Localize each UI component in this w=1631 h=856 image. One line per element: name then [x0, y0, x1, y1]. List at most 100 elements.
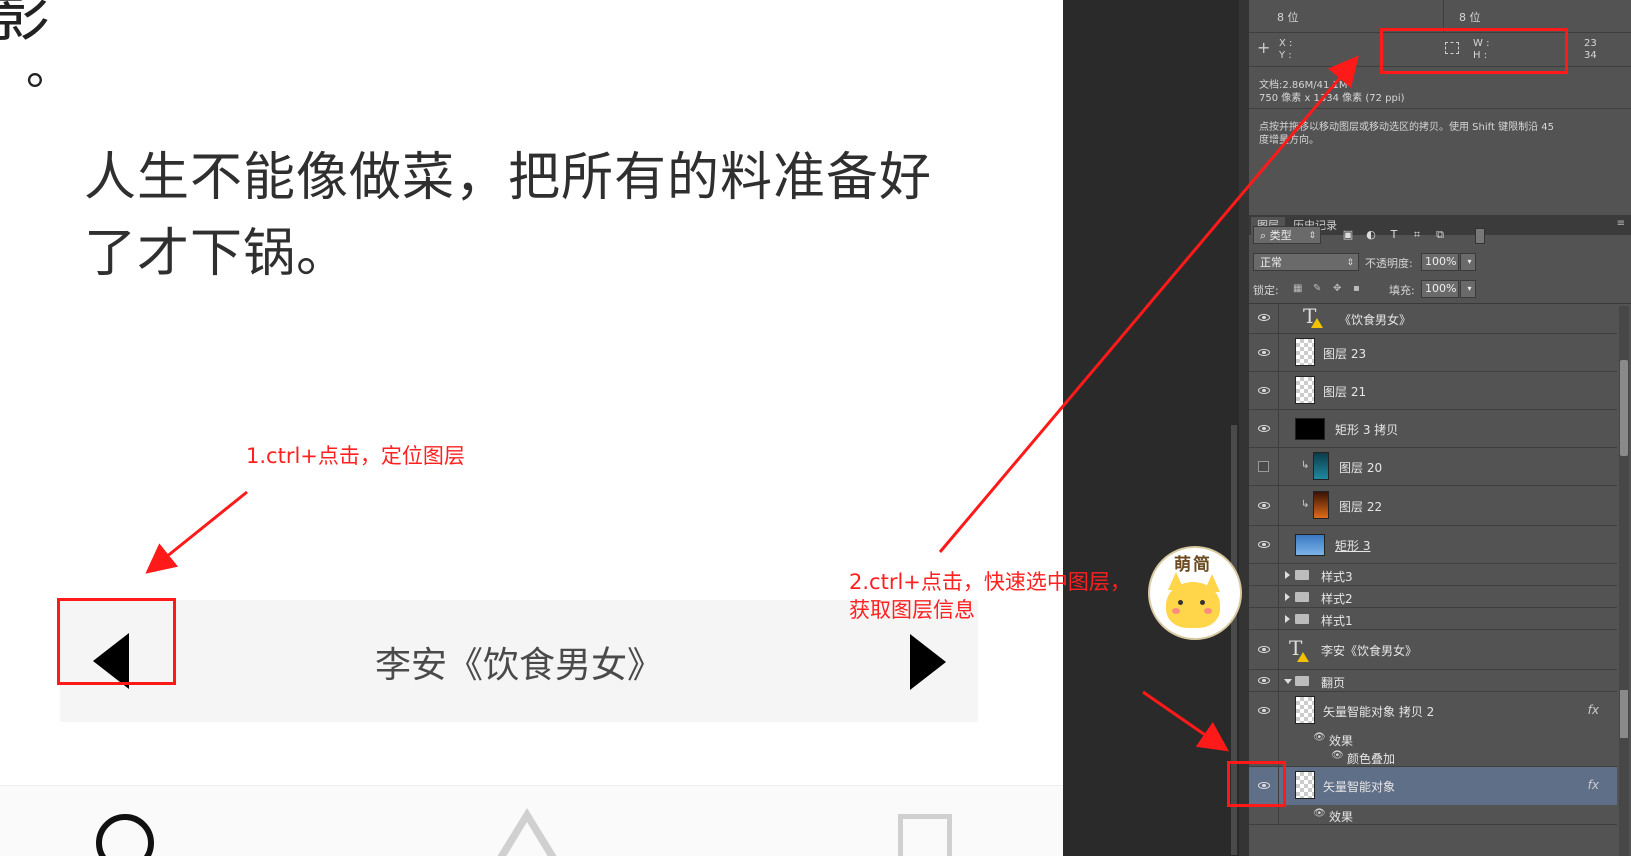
- clip-arrow-icon: ↳: [1301, 460, 1310, 471]
- layer-row[interactable]: T 李安《饮食男女》: [1249, 630, 1617, 670]
- layer-row[interactable]: 矩形 3 拷贝: [1249, 410, 1617, 448]
- layer-row[interactable]: ↳ 图层 20: [1249, 448, 1617, 486]
- effect-item-row[interactable]: 👁 颜色叠加: [1249, 748, 1617, 767]
- quote-line-1: 人生不能像做菜，把所有的料准备好: [84, 148, 933, 208]
- opacity-dropdown-icon[interactable]: ▾: [1460, 253, 1476, 271]
- visibility-cell[interactable]: [1249, 334, 1279, 371]
- effects-row[interactable]: 👁 效果: [1249, 805, 1617, 825]
- layer-row[interactable]: 图层 21: [1249, 372, 1617, 410]
- w-value: 23: [1584, 38, 1597, 49]
- warning-icon: [1297, 652, 1309, 662]
- filter-shape-icon[interactable]: ⌗: [1411, 229, 1423, 241]
- effect-eye-icon[interactable]: 👁: [1313, 808, 1326, 819]
- layer-thumbnail: [1313, 452, 1329, 480]
- filter-smart-icon[interactable]: ⧉: [1434, 229, 1446, 241]
- eye-icon[interactable]: [1258, 646, 1270, 653]
- layer-row[interactable]: ↳ 图层 22: [1249, 486, 1617, 526]
- visibility-cell[interactable]: [1249, 805, 1279, 824]
- ps-dark-gutter: [1063, 0, 1249, 856]
- filter-pixel-icon[interactable]: ▣: [1342, 229, 1354, 241]
- lock-label: 锁定:: [1253, 284, 1279, 297]
- visibility-cell[interactable]: [1249, 486, 1279, 525]
- expand-arrow-icon[interactable]: [1285, 571, 1290, 579]
- effects-label: 效果: [1329, 810, 1354, 824]
- layer-row-selected[interactable]: 矢量智能对象 fx: [1249, 767, 1617, 805]
- lock-all-icon[interactable]: ▪: [1353, 283, 1360, 294]
- fx-icon[interactable]: fx: [1588, 703, 1599, 717]
- layers-scroll-thumb-2[interactable]: [1620, 690, 1628, 738]
- mascot-cheek: [1172, 608, 1180, 614]
- blend-mode-select[interactable]: 正常 ⇕: [1253, 253, 1359, 271]
- effects-row[interactable]: 👁 效果: [1249, 730, 1617, 748]
- eye-icon[interactable]: [1258, 707, 1270, 714]
- layer-group-row[interactable]: 样式1: [1249, 608, 1617, 630]
- fill-label: 填充:: [1389, 284, 1415, 297]
- recents-square-icon[interactable]: [898, 814, 952, 856]
- h-value: 34: [1584, 50, 1597, 61]
- effect-eye-icon[interactable]: 👁: [1313, 732, 1326, 743]
- layers-scroll-thumb[interactable]: [1620, 360, 1628, 456]
- lock-move-icon[interactable]: ✥: [1333, 283, 1341, 294]
- expand-arrow-icon[interactable]: [1285, 615, 1290, 623]
- visibility-cell[interactable]: [1249, 586, 1279, 607]
- layer-group-row[interactable]: 样式3: [1249, 564, 1617, 586]
- group-name: 样式2: [1321, 592, 1353, 606]
- effect-eye-icon[interactable]: 👁: [1331, 750, 1344, 761]
- hint-line-2: 度增量方向。: [1259, 135, 1319, 146]
- eye-icon[interactable]: [1258, 349, 1270, 356]
- layer-thumbnail: [1295, 418, 1325, 440]
- eye-icon[interactable]: [1258, 314, 1270, 321]
- chevron-down-icon: ⇕: [1308, 231, 1316, 241]
- eye-icon[interactable]: [1258, 387, 1270, 394]
- nav-title: 李安《饮食男女》: [374, 645, 663, 686]
- layer-row[interactable]: T 《饮食男女》: [1249, 304, 1617, 334]
- fill-dropdown-icon[interactable]: ▾: [1460, 280, 1476, 298]
- visibility-cell[interactable]: [1249, 410, 1279, 447]
- visibility-cell[interactable]: [1249, 608, 1279, 629]
- layer-name: 图层 21: [1323, 385, 1367, 399]
- collapse-arrow-icon[interactable]: [1284, 679, 1292, 684]
- eye-icon[interactable]: [1258, 502, 1270, 509]
- visibility-cell[interactable]: [1249, 526, 1279, 563]
- visibility-cell[interactable]: [1249, 630, 1279, 669]
- layer-row[interactable]: 矩形 3: [1249, 526, 1617, 564]
- visibility-cell[interactable]: [1249, 730, 1279, 748]
- layer-group-row[interactable]: 样式2: [1249, 586, 1617, 608]
- visibility-cell[interactable]: [1249, 304, 1279, 333]
- panel-menu-icon[interactable]: ≡: [1617, 218, 1625, 229]
- opacity-input[interactable]: 100%: [1421, 253, 1459, 271]
- mascot-sticker: 萌简: [1148, 546, 1242, 640]
- filter-adjust-icon[interactable]: ◐: [1365, 229, 1377, 241]
- visibility-cell[interactable]: [1249, 692, 1279, 730]
- group-name: 样式1: [1321, 614, 1353, 628]
- eye-icon[interactable]: [1258, 425, 1270, 432]
- hidden-visibility-icon[interactable]: [1258, 461, 1269, 472]
- effects-label: 效果: [1329, 734, 1354, 748]
- filter-kind-select[interactable]: ⌕ 类型 ⇕: [1253, 226, 1321, 244]
- eye-icon[interactable]: [1258, 541, 1270, 548]
- visibility-cell[interactable]: [1249, 564, 1279, 585]
- layer-name: 矢量智能对象: [1323, 780, 1396, 794]
- back-triangle-inner: [504, 822, 550, 856]
- folder-icon: [1295, 592, 1309, 602]
- layer-group-row[interactable]: 翻页: [1249, 670, 1617, 692]
- lock-paint-icon[interactable]: ✎: [1313, 283, 1321, 294]
- bits-left: 8 位: [1277, 11, 1299, 24]
- layer-name: 矢量智能对象 拷贝 2: [1323, 705, 1435, 719]
- layer-row[interactable]: 矢量智能对象 拷贝 2 fx: [1249, 692, 1617, 730]
- lock-transparent-icon[interactable]: ▦: [1293, 283, 1302, 294]
- filter-type-icon[interactable]: T: [1388, 229, 1400, 241]
- visibility-cell[interactable]: [1249, 670, 1279, 691]
- filter-toggle[interactable]: [1475, 228, 1485, 244]
- layer-row[interactable]: 图层 23: [1249, 334, 1617, 372]
- eye-icon[interactable]: [1258, 677, 1270, 684]
- highlight-box-prev-button: [57, 598, 176, 685]
- fx-icon[interactable]: fx: [1588, 778, 1599, 792]
- chevron-down-icon: ⇕: [1346, 258, 1354, 268]
- expand-arrow-icon[interactable]: [1285, 593, 1290, 601]
- next-arrow-icon[interactable]: [910, 634, 946, 690]
- info-divider-3: [1249, 108, 1631, 109]
- fill-input[interactable]: 100%: [1421, 280, 1459, 298]
- visibility-cell[interactable]: [1249, 372, 1279, 409]
- visibility-cell[interactable]: [1249, 448, 1279, 485]
